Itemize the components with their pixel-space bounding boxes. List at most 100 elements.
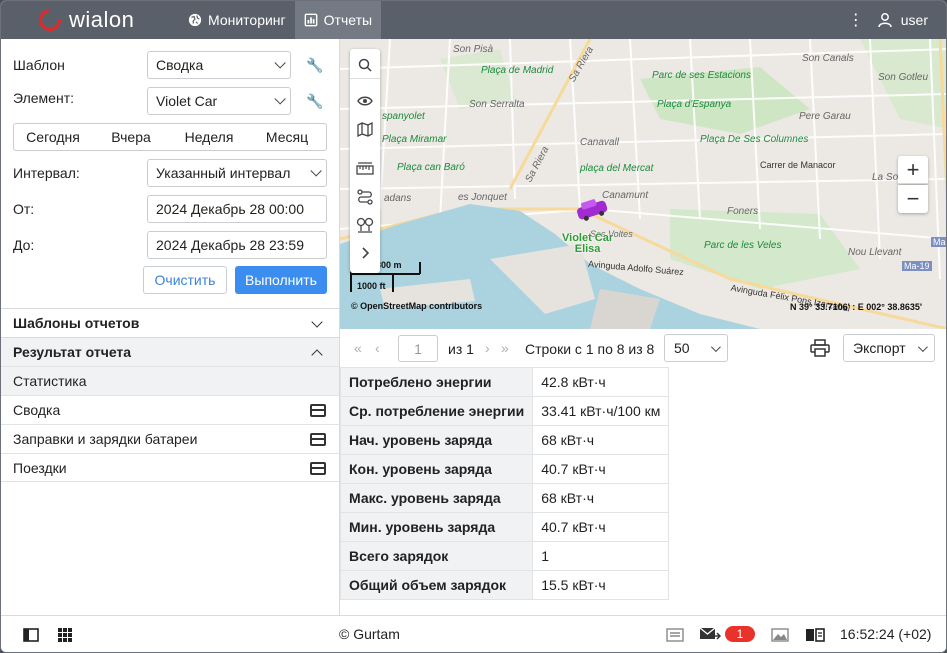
map-label: Carrer de Manacor xyxy=(760,160,836,170)
user-icon[interactable] xyxy=(877,12,893,28)
stat-value: 15.5 кВт·ч xyxy=(532,570,670,600)
print-icon[interactable] xyxy=(810,339,830,357)
map-layers-button[interactable] xyxy=(350,115,380,143)
export-select[interactable]: Экспорт xyxy=(843,334,935,362)
table-row: Нач. уровень заряда 68 кВт·ч xyxy=(339,425,670,455)
more-vertical-icon[interactable]: ⋮ xyxy=(841,10,871,30)
map-label: Plaça Miramar xyxy=(382,134,447,145)
map-tools-expand-button[interactable] xyxy=(350,239,380,267)
user-name[interactable]: user xyxy=(901,12,928,28)
map-ruler-button[interactable] xyxy=(350,155,380,183)
road-badge: Ma-2 xyxy=(931,237,946,247)
stat-key: Мин. уровень заряда xyxy=(339,512,534,542)
last-page-icon[interactable]: » xyxy=(501,340,509,356)
element-select[interactable]: Violet Car xyxy=(147,87,291,115)
tab-reports[interactable]: Отчеты xyxy=(294,1,382,39)
map-geofence-button[interactable] xyxy=(350,211,380,239)
chevron-down-icon xyxy=(710,341,721,352)
map-label: Son Canals xyxy=(802,53,854,64)
table-icon[interactable] xyxy=(310,462,326,475)
element-value: Violet Car xyxy=(156,93,218,109)
period-today-button[interactable]: Сегодня xyxy=(14,124,92,150)
page-number-input[interactable]: 1 xyxy=(398,335,438,362)
stat-value: 33.41 кВт·ч/100 км xyxy=(532,396,670,426)
map-tiles xyxy=(340,39,946,329)
chevron-down-icon xyxy=(311,316,323,328)
messages-icon[interactable] xyxy=(699,627,721,641)
first-page-icon[interactable]: « xyxy=(354,340,362,356)
element-settings-wrench-icon[interactable]: 🔧 xyxy=(306,93,323,110)
report-result-title: Результат отчета xyxy=(13,344,132,360)
table-icon[interactable] xyxy=(310,433,326,446)
map-route-button[interactable] xyxy=(350,183,380,211)
split-view-icon[interactable] xyxy=(805,628,825,642)
from-date-input[interactable]: 2024 Декабрь 28 00:00 xyxy=(147,195,327,223)
notification-count-badge[interactable]: 1 xyxy=(725,626,755,642)
globe-icon xyxy=(188,13,202,27)
chevron-down-icon xyxy=(310,165,322,177)
map-label: Canavall xyxy=(580,137,619,148)
map-attribution[interactable]: © OpenStreetMap contributors xyxy=(351,301,482,311)
template-select[interactable]: Сводка xyxy=(147,51,291,79)
interval-value: Указанный интервал xyxy=(156,165,291,181)
execute-button[interactable]: Выполнить xyxy=(235,266,327,294)
panel-toggle-icon[interactable] xyxy=(23,628,39,642)
result-item-trips[interactable]: Поездки xyxy=(1,453,339,482)
table-row: Общий объем зарядок 15.5 кВт·ч xyxy=(339,570,670,600)
map-label: Son Pisà xyxy=(453,44,494,55)
template-value: Сводка xyxy=(156,57,204,73)
map-label: spanyolet xyxy=(382,111,425,122)
stat-key: Всего зарядок xyxy=(339,541,534,571)
tab-monitoring[interactable]: Мониторинг xyxy=(179,1,295,39)
map-label: plaça del Mercat xyxy=(580,163,654,174)
geofence-icon xyxy=(356,217,374,233)
logo-text: wialon xyxy=(69,7,135,32)
stat-key: Кон. уровень заряда xyxy=(339,454,534,484)
clear-button[interactable]: Очистить xyxy=(143,266,227,294)
unit-map-label[interactable]: Violet Car Elisa xyxy=(562,233,613,255)
period-yesterday-button[interactable]: Вчера xyxy=(92,124,170,150)
zoom-in-button[interactable]: + xyxy=(898,156,928,184)
map-icon xyxy=(357,121,373,137)
prev-page-icon[interactable]: ‹ xyxy=(375,340,380,356)
result-item-summary[interactable]: Сводка xyxy=(1,395,339,424)
template-settings-wrench-icon[interactable]: 🔧 xyxy=(306,57,323,74)
to-label: До: xyxy=(13,237,35,253)
ruler-icon xyxy=(356,162,374,175)
result-item-statistics[interactable]: Статистика xyxy=(1,366,339,395)
apps-grid-icon[interactable] xyxy=(58,628,72,642)
map-label: adans xyxy=(384,193,412,204)
wialon-logo[interactable]: wialon xyxy=(1,1,179,39)
map-view[interactable]: Son Pisà Plaça de Madrid Sa Riera Parc d… xyxy=(340,39,946,329)
report-result-section[interactable]: Результат отчета xyxy=(1,337,339,366)
map-label: Plaça De Ses Columnes xyxy=(700,134,809,145)
table-icon[interactable] xyxy=(310,404,326,417)
map-visibility-button[interactable] xyxy=(350,87,380,115)
template-label: Шаблон xyxy=(13,57,65,73)
map-label: Foners xyxy=(727,206,759,217)
result-item-refuelings[interactable]: Заправки и зарядки батареи xyxy=(1,424,339,453)
zoom-out-button[interactable]: − xyxy=(898,185,928,213)
table-row: Потреблено энергии 42.8 кВт·ч xyxy=(339,367,670,397)
map-tools-panel xyxy=(350,49,380,273)
map-search-button[interactable] xyxy=(350,51,380,79)
interval-select[interactable]: Указанный интервал xyxy=(147,159,327,187)
report-templates-section[interactable]: Шаблоны отчетов xyxy=(1,308,339,337)
to-date-input[interactable]: 2024 Декабрь 28 23:59 xyxy=(147,231,327,259)
chevron-down-icon xyxy=(274,57,286,69)
rows-per-page-select[interactable]: 50 xyxy=(664,334,728,362)
notifications-list-icon[interactable] xyxy=(666,628,684,642)
next-page-icon[interactable]: › xyxy=(485,340,490,356)
map-label: Plaça can Baró xyxy=(397,162,465,173)
period-month-button[interactable]: Месяц xyxy=(248,124,326,150)
table-row: Ср. потребление энергии 33.41 кВт·ч/100 к… xyxy=(339,396,670,426)
stat-value: 42.8 кВт·ч xyxy=(532,367,670,397)
image-icon[interactable] xyxy=(771,628,789,642)
status-clock: 16:52:24 (+02) xyxy=(840,626,932,642)
export-label: Экспорт xyxy=(853,340,906,356)
copyright: © Gurtam xyxy=(339,626,400,642)
period-week-button[interactable]: Неделя xyxy=(170,124,248,150)
stat-value: 40.7 кВт·ч xyxy=(532,512,670,542)
result-item-label: Заправки и зарядки батареи xyxy=(13,431,198,447)
map-label: Parc de ses Estacions xyxy=(652,70,751,81)
